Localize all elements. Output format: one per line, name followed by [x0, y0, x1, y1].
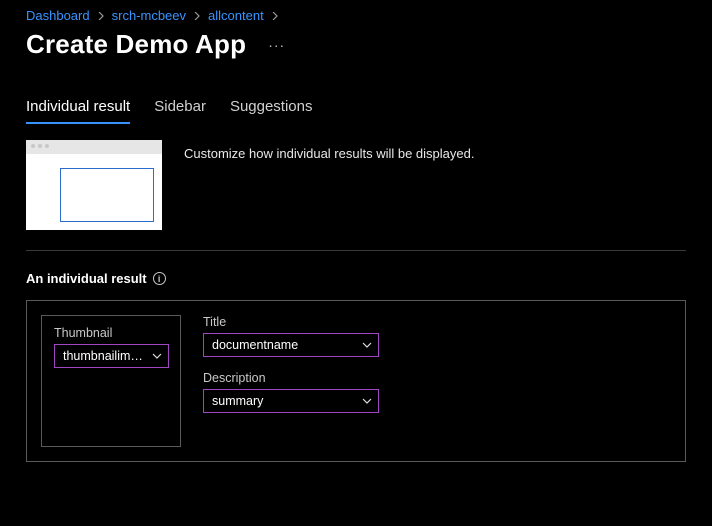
title-select[interactable]: documentname	[203, 333, 379, 357]
chevron-right-icon	[270, 11, 280, 21]
preview-thumbnail	[26, 140, 162, 230]
fields-column: Title documentname Description summary	[203, 315, 671, 447]
title-row: Create Demo App ···	[26, 29, 686, 60]
chevron-down-icon	[152, 351, 162, 361]
thumbnail-select-value: thumbnailimageurl	[63, 349, 148, 363]
title-select-value: documentname	[212, 338, 358, 352]
breadcrumb-item-dashboard[interactable]: Dashboard	[26, 8, 90, 23]
tab-description-row: Customize how individual results will be…	[26, 140, 686, 230]
thumbnail-label: Thumbnail	[54, 326, 168, 340]
preview-result-rect	[60, 168, 154, 222]
description-field: Description summary	[203, 371, 671, 413]
tabs: Individual result Sidebar Suggestions	[26, 94, 686, 124]
section-heading: An individual result	[26, 271, 147, 286]
tab-suggestions[interactable]: Suggestions	[230, 94, 313, 123]
tab-sidebar[interactable]: Sidebar	[154, 94, 206, 123]
title-field: Title documentname	[203, 315, 671, 357]
chevron-right-icon	[192, 11, 202, 21]
tab-individual-result[interactable]: Individual result	[26, 94, 130, 123]
description-select[interactable]: summary	[203, 389, 379, 413]
chevron-down-icon	[362, 396, 372, 406]
thumbnail-select[interactable]: thumbnailimageurl	[54, 344, 169, 368]
breadcrumb: Dashboard srch-mcbeev allcontent	[26, 8, 686, 23]
chevron-right-icon	[96, 11, 106, 21]
page-title: Create Demo App	[26, 29, 246, 60]
divider	[26, 250, 686, 251]
description-label: Description	[203, 371, 671, 385]
individual-result-card: Thumbnail thumbnailimageurl Title docume…	[26, 300, 686, 462]
tab-description: Customize how individual results will be…	[184, 140, 474, 161]
description-select-value: summary	[212, 394, 358, 408]
section-heading-row: An individual result i	[26, 271, 686, 286]
breadcrumb-item-index[interactable]: allcontent	[208, 8, 264, 23]
thumbnail-box: Thumbnail thumbnailimageurl	[41, 315, 181, 447]
window-dots-icon	[26, 140, 162, 152]
breadcrumb-item-service[interactable]: srch-mcbeev	[112, 8, 186, 23]
more-actions-button[interactable]: ···	[262, 35, 291, 55]
title-label: Title	[203, 315, 671, 329]
chevron-down-icon	[362, 340, 372, 350]
info-icon[interactable]: i	[153, 272, 166, 285]
